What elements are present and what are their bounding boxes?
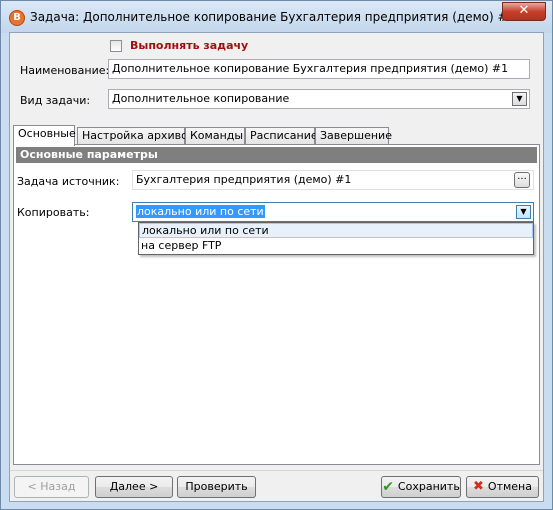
- tab-commands[interactable]: Команды: [185, 127, 245, 145]
- backup-app-icon: B: [9, 10, 25, 26]
- tab-schedule[interactable]: Расписание: [245, 127, 318, 145]
- copy-dropdown-list: локально или по сети на сервер FTP: [138, 222, 534, 255]
- chevron-down-icon: ▼: [516, 94, 523, 103]
- check-button[interactable]: Проверить: [177, 476, 256, 498]
- name-field[interactable]: Дополнительное копирование Бухгалтерия п…: [108, 59, 530, 79]
- close-button[interactable]: ✕: [502, 2, 546, 21]
- execute-task-label[interactable]: Выполнять задачу: [130, 39, 248, 52]
- task-type-label: Вид задачи:: [20, 94, 91, 107]
- chevron-down-icon: ▼: [520, 207, 527, 216]
- tab-archive-settings[interactable]: Настройка архивов: [77, 127, 194, 145]
- source-task-browse-button[interactable]: ...: [514, 172, 530, 188]
- bottom-separator: [10, 470, 543, 471]
- x-icon: ✖: [473, 479, 484, 494]
- copy-selected-value: локально или по сети: [136, 205, 265, 218]
- tab-panel-main: Основные параметры Задача источник: Бухг…: [13, 144, 540, 465]
- copy-label: Копировать:: [17, 206, 90, 219]
- copy-option-ftp[interactable]: на сервер FTP: [139, 238, 533, 253]
- cancel-label: Отмена: [487, 480, 532, 493]
- tab-completion[interactable]: Завершение: [315, 127, 392, 145]
- section-header: Основные параметры: [16, 147, 537, 163]
- back-button[interactable]: < Назад: [14, 476, 89, 498]
- cancel-button[interactable]: ✖ Отмена: [466, 476, 539, 498]
- window-title: Задача: Дополнительное копирование Бухга…: [30, 10, 516, 24]
- source-task-field: Бухгалтерия предприятия (демо) #1: [132, 170, 534, 190]
- task-window: B Задача: Дополнительное копирование Бух…: [0, 0, 553, 510]
- checkmark-icon: ✔: [382, 479, 394, 495]
- source-task-label: Задача источник:: [17, 175, 120, 188]
- copy-select[interactable]: локально или по сети ▼: [132, 202, 534, 222]
- task-type-dropdown-button[interactable]: ▼: [512, 92, 527, 106]
- task-type-select[interactable]: Дополнительное копирование ▼: [108, 89, 530, 109]
- task-type-value: Дополнительное копирование: [112, 92, 290, 105]
- name-label: Наименование:: [20, 64, 110, 77]
- save-label: Сохранить: [397, 480, 460, 493]
- title-bar[interactable]: B Задача: Дополнительное копирование Бух…: [1, 1, 552, 33]
- copy-dropdown-button[interactable]: ▼: [516, 205, 531, 219]
- next-button[interactable]: Далее >: [95, 476, 173, 498]
- save-button[interactable]: ✔ Сохранить: [381, 476, 461, 498]
- close-icon: ✕: [518, 3, 530, 18]
- tab-main[interactable]: Основные: [13, 125, 76, 146]
- copy-option-local[interactable]: локально или по сети: [139, 223, 533, 238]
- dialog-client: Выполнять задачу Наименование: Дополните…: [9, 32, 544, 502]
- execute-task-checkbox[interactable]: [110, 40, 122, 52]
